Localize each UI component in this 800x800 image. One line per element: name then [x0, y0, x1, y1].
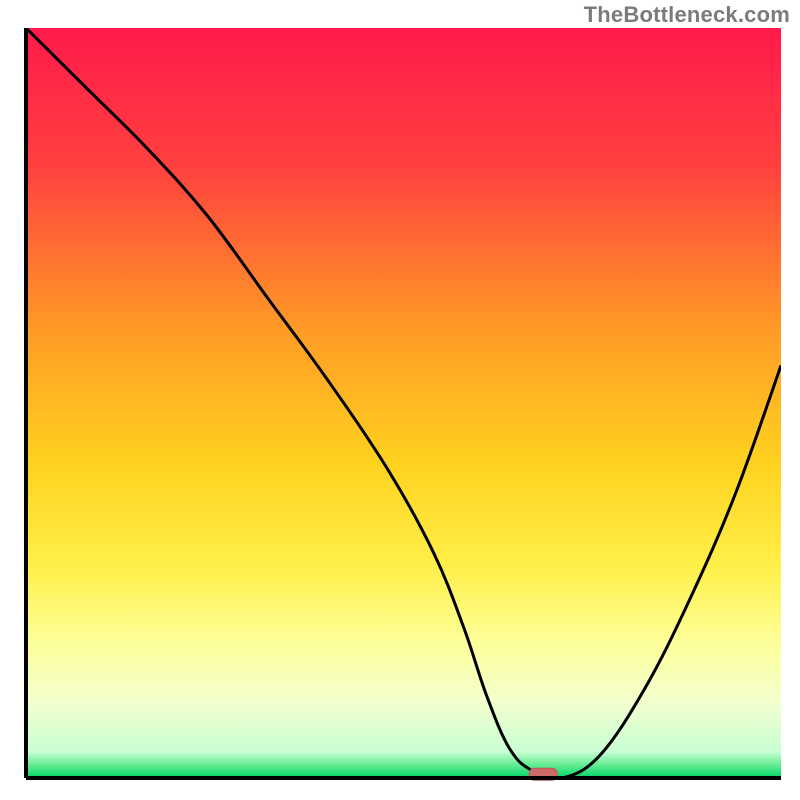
chart-svg: [0, 0, 800, 800]
watermark-text: TheBottleneck.com: [584, 2, 790, 28]
chart-frame: { "watermark": "TheBottleneck.com", "col…: [0, 0, 800, 800]
